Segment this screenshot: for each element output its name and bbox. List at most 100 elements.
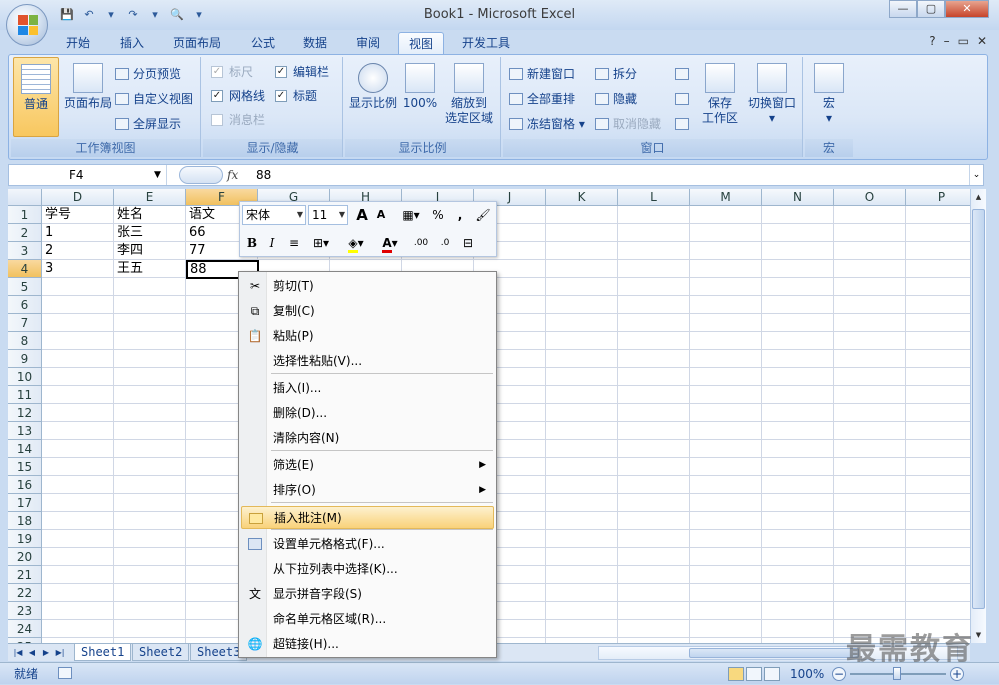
zoom-to-selection-button[interactable]: 缩放到 选定区域 — [441, 63, 497, 126]
cell-m8[interactable] — [690, 332, 762, 350]
cell-o18[interactable] — [834, 512, 906, 530]
custom-views-button[interactable]: 自定义视图 — [113, 90, 193, 108]
reset-window-button[interactable] — [673, 115, 689, 133]
accounting-format-icon[interactable]: ▦▾ — [398, 205, 424, 225]
cell-k18[interactable] — [546, 512, 618, 530]
cell-o8[interactable] — [834, 332, 906, 350]
cell-d11[interactable] — [42, 386, 114, 404]
cell-e23[interactable] — [114, 602, 186, 620]
page-layout-view-button[interactable]: 页面布局 — [61, 63, 115, 111]
cell-k12[interactable] — [546, 404, 618, 422]
tab-page-layout[interactable]: 页面布局 — [163, 32, 231, 54]
cell-m5[interactable] — [690, 278, 762, 296]
cell-d5[interactable] — [42, 278, 114, 296]
column-header-m[interactable]: M — [690, 189, 762, 206]
scroll-up-icon[interactable]: ▲ — [972, 189, 985, 205]
workbook-minimize-button[interactable]: – — [944, 34, 950, 48]
cell-d10[interactable] — [42, 368, 114, 386]
cell-p14[interactable] — [906, 440, 970, 458]
cell-e16[interactable] — [114, 476, 186, 494]
formula-bar-checkbox[interactable]: ✓ 编辑栏 — [275, 63, 329, 81]
switch-windows-button[interactable]: 切换窗口 ▾ — [743, 63, 801, 126]
row-header-4[interactable]: 4 — [8, 260, 42, 278]
formula-input[interactable]: 88 — [256, 165, 271, 185]
cell-k5[interactable] — [546, 278, 618, 296]
cell-o17[interactable] — [834, 494, 906, 512]
cell-o23[interactable] — [834, 602, 906, 620]
cell-e21[interactable] — [114, 566, 186, 584]
cell-l7[interactable] — [618, 314, 690, 332]
cell-p6[interactable] — [906, 296, 970, 314]
cell-k20[interactable] — [546, 548, 618, 566]
cell-k21[interactable] — [546, 566, 618, 584]
message-bar-checkbox[interactable]: 消息栏 — [211, 111, 265, 129]
cell-o4[interactable] — [834, 260, 906, 278]
menu-item-3[interactable]: 选择性粘贴(V)... — [241, 350, 494, 373]
zoom-level[interactable]: 100% — [790, 663, 824, 685]
cell-m6[interactable] — [690, 296, 762, 314]
borders-icon[interactable]: ⊞▾ — [308, 233, 334, 253]
cell-o16[interactable] — [834, 476, 906, 494]
cell-m11[interactable] — [690, 386, 762, 404]
tab-developer[interactable]: 开发工具 — [452, 32, 520, 54]
zoom-button[interactable]: 显示比例 — [347, 63, 399, 111]
expand-formula-bar-icon[interactable]: ⌄ — [969, 165, 983, 185]
comma-style-icon[interactable]: , — [454, 205, 466, 225]
fill-color-icon[interactable]: ◈▾ — [342, 233, 370, 253]
unhide-button[interactable]: 取消隐藏 — [593, 115, 661, 133]
cell-p1[interactable] — [906, 206, 970, 224]
cell-o9[interactable] — [834, 350, 906, 368]
cell-n18[interactable] — [762, 512, 834, 530]
menu-item-4[interactable]: 插入(I)... — [241, 377, 494, 400]
cell-d1[interactable]: 学号 — [42, 206, 114, 224]
cell-n19[interactable] — [762, 530, 834, 548]
macros-button[interactable]: 宏 ▾ — [809, 63, 849, 126]
cell-o12[interactable] — [834, 404, 906, 422]
column-header-n[interactable]: N — [762, 189, 834, 206]
cell-k3[interactable] — [546, 242, 618, 260]
cell-o13[interactable] — [834, 422, 906, 440]
cell-m22[interactable] — [690, 584, 762, 602]
cell-o7[interactable] — [834, 314, 906, 332]
cell-k23[interactable] — [546, 602, 618, 620]
cell-o6[interactable] — [834, 296, 906, 314]
cell-l17[interactable] — [618, 494, 690, 512]
percent-style-icon[interactable]: % — [430, 205, 446, 225]
cell-n9[interactable] — [762, 350, 834, 368]
next-sheet-icon[interactable]: ▶ — [40, 646, 52, 660]
cell-n22[interactable] — [762, 584, 834, 602]
menu-item-11[interactable]: 从下拉列表中选择(K)... — [241, 558, 494, 581]
cell-k14[interactable] — [546, 440, 618, 458]
cell-o3[interactable] — [834, 242, 906, 260]
row-header-17[interactable]: 17 — [8, 494, 42, 512]
row-header-22[interactable]: 22 — [8, 584, 42, 602]
column-header-k[interactable]: K — [546, 189, 618, 206]
menu-item-8[interactable]: 排序(O) ▶ — [241, 479, 494, 502]
cell-m18[interactable] — [690, 512, 762, 530]
select-all-corner[interactable] — [8, 189, 42, 206]
cell-e9[interactable] — [114, 350, 186, 368]
page-break-preview-button[interactable]: 分页预览 — [113, 65, 181, 83]
cell-l16[interactable] — [618, 476, 690, 494]
row-header-11[interactable]: 11 — [8, 386, 42, 404]
cell-d7[interactable] — [42, 314, 114, 332]
font-color-icon[interactable]: A▾ — [376, 233, 404, 253]
cell-p2[interactable] — [906, 224, 970, 242]
row-header-20[interactable]: 20 — [8, 548, 42, 566]
column-header-d[interactable]: D — [42, 189, 114, 206]
cell-p3[interactable] — [906, 242, 970, 260]
cell-o19[interactable] — [834, 530, 906, 548]
new-window-button[interactable]: 新建窗口 — [507, 65, 575, 83]
menu-item-10[interactable]: 设置单元格格式(F)... — [241, 533, 494, 556]
cell-p21[interactable] — [906, 566, 970, 584]
prev-sheet-icon[interactable]: ◀ — [26, 646, 38, 660]
cell-m4[interactable] — [690, 260, 762, 278]
workbook-close-button[interactable]: ✕ — [977, 34, 987, 48]
cell-m1[interactable] — [690, 206, 762, 224]
vertical-scrollbar[interactable]: ▲ ▼ — [970, 189, 986, 643]
sheet-tab-sheet1[interactable]: Sheet1 — [74, 644, 132, 661]
zoom-100-button[interactable]: 100% — [401, 63, 439, 111]
cell-e19[interactable] — [114, 530, 186, 548]
workbook-restore-button[interactable]: ▭ — [958, 34, 969, 48]
row-header-6[interactable]: 6 — [8, 296, 42, 314]
